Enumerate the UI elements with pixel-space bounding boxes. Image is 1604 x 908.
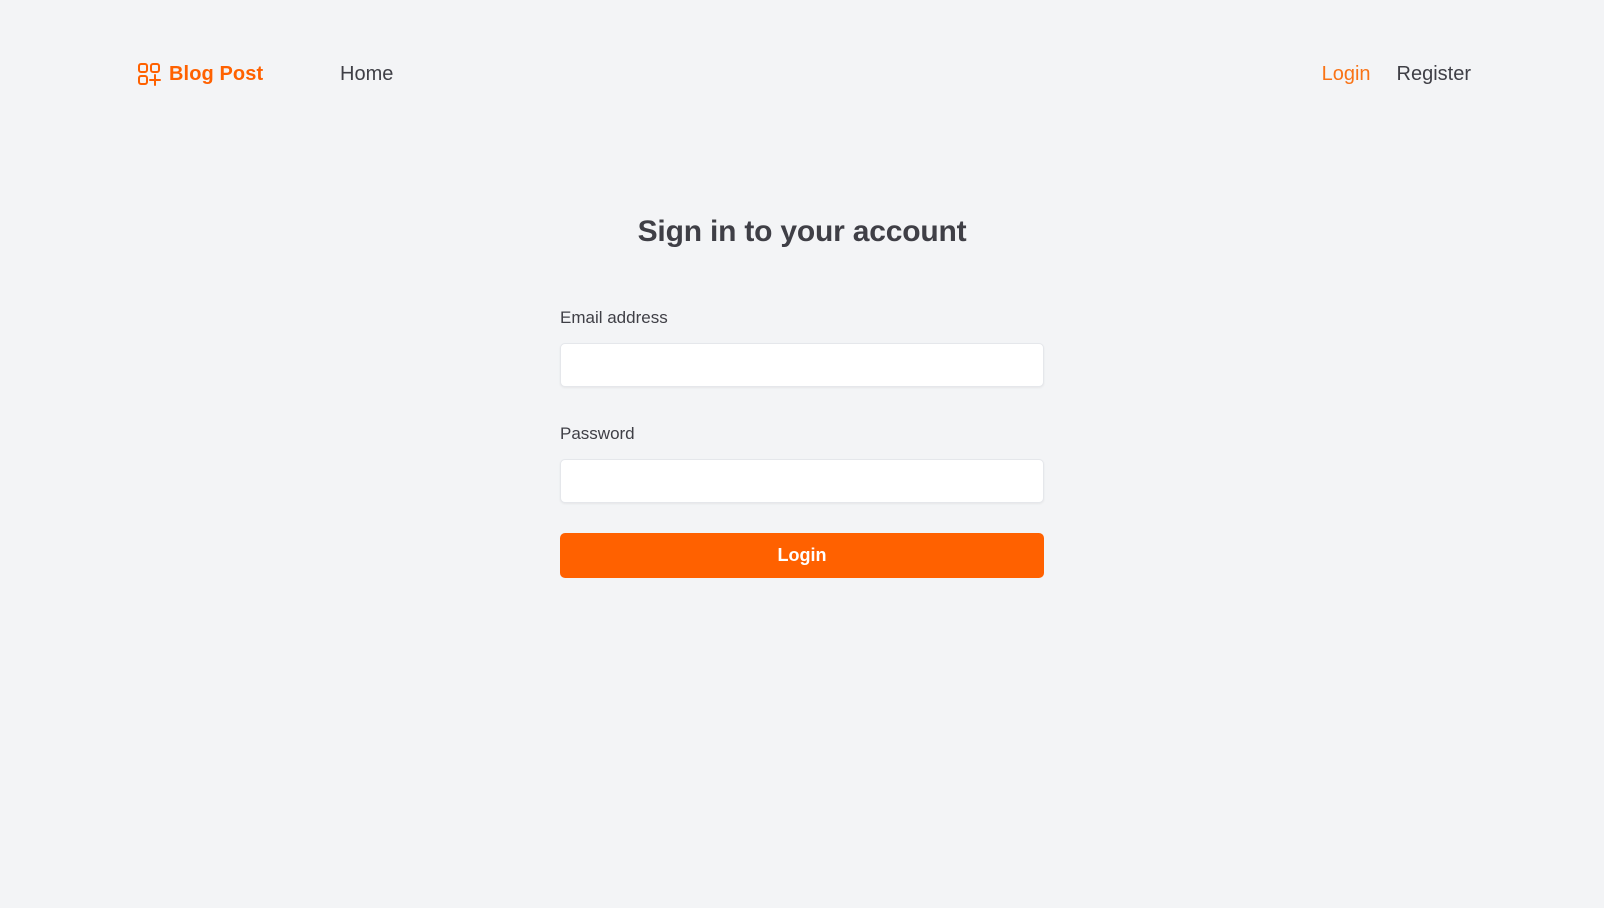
password-input[interactable] <box>560 459 1044 503</box>
apps-grid-plus-icon <box>137 62 161 86</box>
email-label: Email address <box>560 308 668 327</box>
password-label: Password <box>560 424 635 443</box>
email-field-group: Email address <box>560 308 1044 387</box>
brand-logo-link[interactable]: Blog Post <box>137 62 263 86</box>
nav-link-login[interactable]: Login <box>1322 63 1371 86</box>
nav-link-home[interactable]: Home <box>340 63 393 85</box>
navbar: Blog Post Home Login Register <box>0 0 1604 152</box>
brand-name: Blog Post <box>169 62 264 85</box>
login-form: Email address Password Login <box>560 308 1044 578</box>
auth-nav: Login Register <box>1322 63 1471 86</box>
email-input[interactable] <box>560 343 1044 387</box>
nav-link-register[interactable]: Register <box>1397 63 1471 86</box>
primary-nav: Home <box>340 63 393 86</box>
page-title: Sign in to your account <box>637 215 967 248</box>
login-panel: Sign in to your account Email address Pa… <box>560 208 1044 578</box>
password-field-group: Password <box>560 424 1044 503</box>
login-button[interactable]: Login <box>560 533 1044 578</box>
